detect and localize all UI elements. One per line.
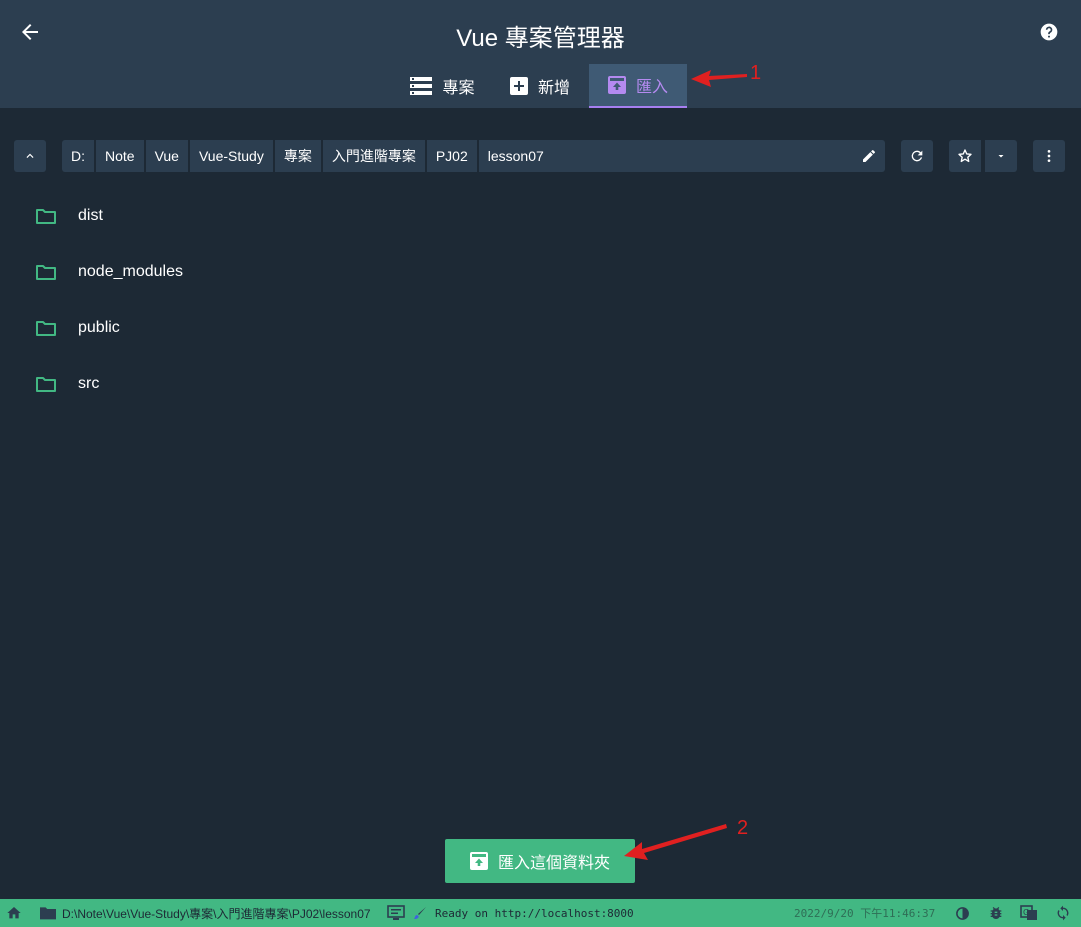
status-path[interactable]: D:\Note\Vue\Vue-Study\專案\入門進階專案\PJ02\les…: [40, 899, 371, 927]
status-message: Ready on http://localhost:8000: [435, 906, 634, 920]
favorite-button[interactable]: [949, 140, 981, 172]
translate-icon: G: [1020, 905, 1037, 920]
breadcrumb-current[interactable]: lesson07: [478, 140, 885, 172]
folder-list: dist node_modules public src: [0, 188, 1081, 412]
brush-icon: [414, 907, 426, 919]
breadcrumb-item[interactable]: D:: [62, 140, 94, 172]
tab-projects-label: 專案: [442, 80, 475, 97]
import-folder-button[interactable]: 匯入這個資料夾: [445, 839, 635, 883]
theme-toggle-button[interactable]: [955, 899, 970, 927]
sync-button[interactable]: [1055, 899, 1071, 927]
breadcrumb-item[interactable]: Vue-Study: [189, 140, 273, 172]
folder-icon: [40, 907, 56, 920]
app-header: Vue 專案管理器 專案 新增 匯入: [0, 0, 1081, 108]
folder-up-button[interactable]: [14, 140, 46, 172]
pencil-icon[interactable]: [861, 148, 877, 164]
folder-item-dist[interactable]: dist: [0, 188, 1081, 244]
folder-item-public[interactable]: public: [0, 300, 1081, 356]
home-button[interactable]: [6, 899, 22, 927]
bug-report-button[interactable]: [988, 899, 1004, 927]
help-button[interactable]: [1039, 22, 1059, 42]
breadcrumb-item[interactable]: Vue: [145, 140, 188, 172]
annotation-arrow-2: [624, 824, 727, 860]
favorites-dropdown-button[interactable]: [985, 140, 1017, 172]
svg-text:G: G: [1023, 908, 1029, 917]
tab-create[interactable]: 新增: [494, 64, 586, 108]
folder-name: public: [78, 319, 120, 336]
breadcrumb-current-label: lesson07: [487, 148, 544, 164]
tab-import[interactable]: 匯入: [589, 64, 687, 108]
folder-name: node_modules: [78, 263, 183, 280]
status-timestamp: 2022/9/20 下午11:46:37: [794, 907, 936, 920]
chevron-up-icon: [26, 153, 34, 158]
import-folder-label: 匯入這個資料夾: [497, 855, 610, 872]
list-icon: [410, 77, 433, 95]
breadcrumb: D: Note Vue Vue-Study 專案 入門進階專案 PJ02 les…: [62, 140, 885, 172]
status-path-text: D:\Note\Vue\Vue-Study\專案\入門進階專案\PJ02\les…: [62, 906, 371, 921]
page-title: Vue 專案管理器: [456, 25, 625, 52]
annotation-label-1: 1: [750, 62, 762, 84]
annotation-arrow-1: [691, 70, 747, 87]
folder-icon: [36, 265, 56, 280]
caret-down-icon: [998, 155, 1004, 158]
tab-projects[interactable]: 專案: [395, 64, 490, 108]
breadcrumb-item[interactable]: PJ02: [426, 140, 477, 172]
status-bar: D:\Note\Vue\Vue-Study\專案\入門進階專案\PJ02\les…: [0, 899, 1081, 927]
plus-box-icon: [509, 77, 528, 95]
breadcrumb-item[interactable]: 入門進階專案: [322, 140, 425, 172]
more-vertical-icon: [1047, 150, 1051, 162]
breadcrumb-item[interactable]: 專案: [274, 140, 321, 172]
folder-name: src: [78, 375, 100, 392]
breadcrumb-item[interactable]: Note: [96, 140, 144, 172]
tab-create-label: 新增: [537, 80, 570, 97]
status-log[interactable]: Ready on http://localhost:8000: [387, 899, 634, 927]
folder-icon: [36, 321, 56, 336]
main-tabs: 專案 新增 匯入: [0, 64, 1081, 108]
more-options-button[interactable]: [1033, 140, 1065, 172]
bug-icon: [990, 907, 1002, 920]
import-box-icon: [607, 76, 626, 94]
star-outline-icon: [958, 149, 972, 163]
tab-import-label: 匯入: [635, 79, 668, 96]
folder-item-src[interactable]: src: [0, 356, 1081, 412]
translate-button[interactable]: G: [1020, 899, 1038, 927]
refresh-button[interactable]: [901, 140, 933, 172]
folder-item-node-modules[interactable]: node_modules: [0, 244, 1081, 300]
help-circle-icon: [1040, 23, 1058, 41]
console-icon: [387, 905, 405, 920]
home-icon: [7, 907, 21, 919]
folder-icon: [36, 377, 56, 392]
sync-icon: [1057, 905, 1069, 921]
annotation-label-2: 2: [737, 817, 749, 839]
contrast-icon: [956, 906, 969, 920]
folder-icon: [36, 209, 56, 224]
import-box-icon: [469, 852, 488, 870]
refresh-icon: [911, 150, 923, 162]
folder-name: dist: [78, 207, 103, 224]
